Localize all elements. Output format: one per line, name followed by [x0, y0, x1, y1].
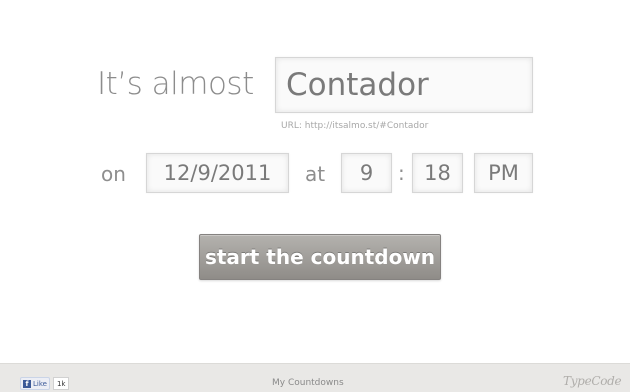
date-field[interactable]: 12/9/2011 [146, 153, 289, 193]
typecode-logo[interactable]: TypeCode [563, 374, 622, 388]
ampm-field[interactable]: PM [474, 153, 533, 193]
headline: It’s almost [97, 66, 254, 102]
my-countdowns-link[interactable]: My Countdowns [272, 378, 344, 388]
at-label: at [305, 162, 326, 186]
on-label: on [101, 162, 126, 186]
url-hint: URL: http://itsalmo.st/#Contador [281, 121, 429, 131]
time-separator: : [398, 161, 405, 185]
start-countdown-button[interactable]: start the countdown [199, 234, 441, 280]
facebook-like-count: 1k [52, 377, 70, 390]
facebook-like-button[interactable]: f Like [20, 377, 50, 390]
event-name-field[interactable]: Contador [275, 57, 533, 113]
hour-field[interactable]: 9 [341, 153, 392, 193]
facebook-icon: f [23, 379, 31, 388]
main-panel: It’s almost Contador URL: http://itsalmo… [0, 0, 630, 363]
facebook-like-label: Like [33, 379, 47, 388]
minute-field[interactable]: 18 [412, 153, 463, 193]
footer-bar: f Like 1k My Countdowns TypeCode [0, 363, 630, 392]
facebook-like-widget[interactable]: f Like 1k [20, 377, 70, 390]
